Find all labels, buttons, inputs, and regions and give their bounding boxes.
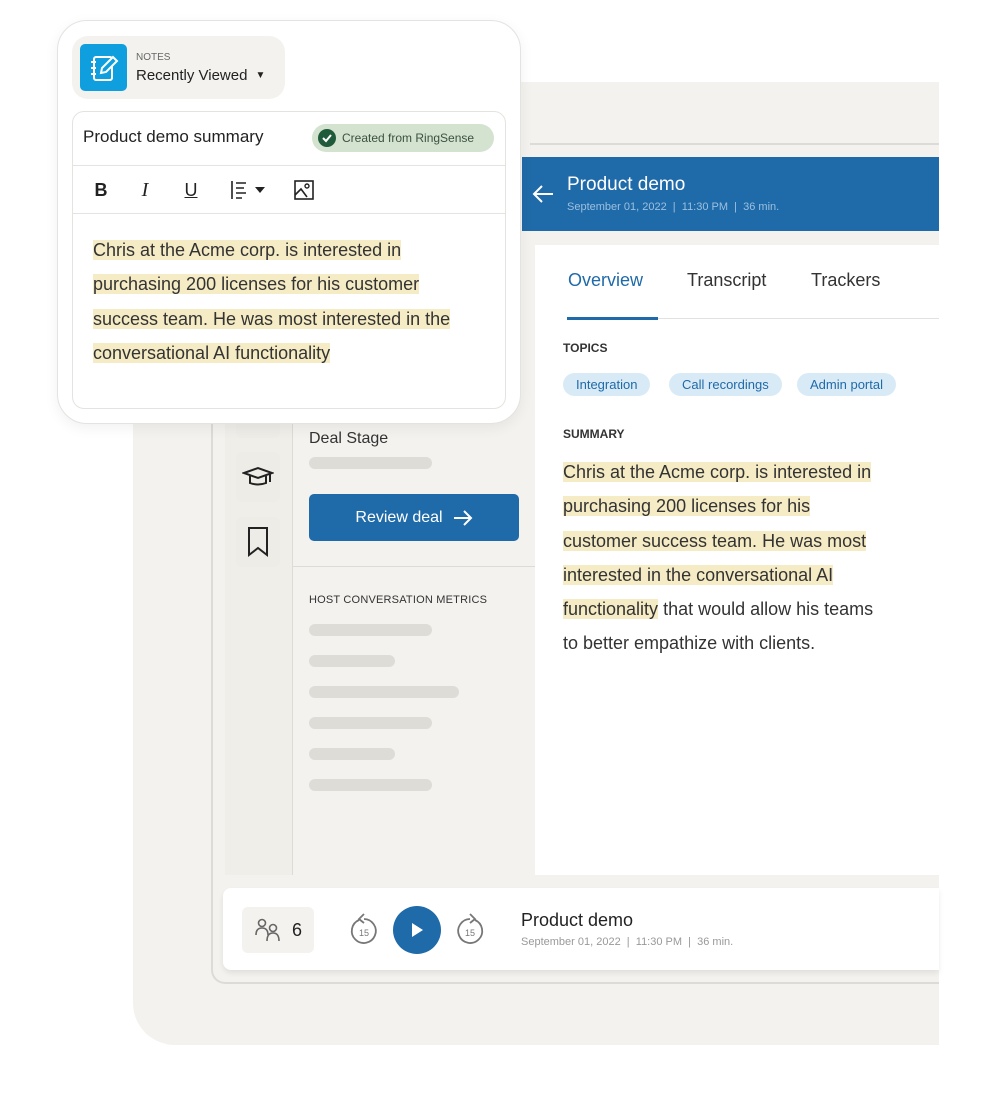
text-line: Chris at the Acme corp. is interested in [93, 233, 450, 267]
text-line: functionality that would allow his teams [563, 592, 873, 626]
highlighted-text: Chris at the Acme corp. is interested in [93, 240, 402, 260]
divider [73, 165, 505, 166]
text-line: success team. He was most interested in … [93, 302, 451, 336]
call-summary: Chris at the Acme corp. is interested in… [563, 455, 873, 661]
text-line: Chris at the Acme corp. is interested in [563, 455, 873, 489]
people-icon [255, 918, 280, 942]
tab-overview[interactable]: Overview [568, 270, 643, 291]
topics-label: TOPICS [563, 341, 608, 355]
highlighted-text: purchasing 200 licenses for his customer [93, 274, 420, 295]
plain-text: that would allow his teams [658, 599, 874, 620]
skeleton-bar [309, 779, 432, 791]
skeleton-bar [309, 748, 395, 760]
skeleton-bar [309, 624, 432, 636]
participant-count: 6 [291, 919, 302, 940]
skip-back-button[interactable]: 15 [349, 913, 379, 947]
call-meta: September 01, 2022 | 11:30 PM | 36 min. [567, 201, 780, 213]
skeleton-bar [309, 655, 395, 667]
highlighted-text: interested in the conversational AI [563, 564, 834, 585]
text-line: purchasing 200 licenses for his [563, 489, 873, 523]
text-line: to better empathize with clients. [563, 626, 873, 660]
notebook-pencil-icon [90, 55, 118, 81]
note-title: Product demo summary [83, 127, 264, 146]
highlighted-text: success team. He was most interested in … [93, 308, 451, 329]
badge-label: Created from RingSense [342, 131, 475, 145]
call-header: Product demo September 01, 2022 | 11:30 … [522, 157, 939, 231]
play-icon [412, 923, 423, 937]
tab-transcript[interactable]: Transcript [687, 270, 766, 291]
topic-chip[interactable]: Integration [563, 373, 651, 396]
image-icon [294, 180, 314, 200]
metrics-label: HOST CONVERSATION METRICS [309, 594, 488, 606]
active-tab-indicator [567, 317, 658, 320]
skeleton-bar [309, 717, 432, 729]
summary-label: SUMMARY [563, 427, 625, 441]
plain-text: to better empathize with clients. [563, 633, 816, 654]
arrow-right-icon [453, 509, 472, 526]
svg-text:15: 15 [359, 928, 369, 938]
divider [73, 213, 505, 214]
svg-text:15: 15 [465, 928, 475, 938]
deal-stage-label: Deal Stage [309, 430, 389, 447]
player-meta: September 01, 2022 | 11:30 PM | 36 min. [521, 936, 734, 948]
align-button[interactable] [228, 176, 268, 204]
divider [292, 400, 293, 875]
skeleton-bar [309, 686, 459, 698]
bookmark-icon [248, 527, 268, 558]
ringsense-badge: Created from RingSense [312, 124, 494, 152]
highlighted-text: functionality [563, 599, 659, 620]
graduation-cap-icon [242, 466, 274, 486]
insert-image-button[interactable] [292, 176, 316, 204]
check-circle-icon [318, 129, 336, 147]
player-bar: Product demo September 01, 2022 | 11:30 … [223, 888, 939, 970]
sidebar-item-learning[interactable] [236, 452, 280, 502]
italic-button[interactable]: I [134, 176, 156, 204]
call-title: Product demo [567, 174, 686, 195]
rewind-15-icon: 15 [350, 913, 377, 944]
tab-trackers[interactable]: Trackers [811, 270, 880, 291]
text-line: purchasing 200 licenses for his customer [93, 267, 450, 301]
forward-15-icon: 15 [457, 913, 484, 944]
divider [293, 566, 535, 567]
text-line: conversational AI functionality [93, 336, 450, 370]
text-line: interested in the conversational AI [563, 558, 873, 592]
skip-forward-button[interactable]: 15 [455, 913, 485, 947]
align-icon [231, 181, 265, 199]
divider [530, 143, 939, 145]
highlighted-text: purchasing 200 licenses for his [563, 496, 811, 517]
underline-button[interactable]: U [180, 176, 202, 204]
text-line: customer success team. He was most [563, 524, 873, 558]
caret-down-icon: ▼ [255, 70, 266, 81]
highlighted-text: Chris at the Acme corp. is interested in [563, 462, 872, 482]
player-title: Product demo [521, 910, 634, 930]
notes-caption: NOTES [136, 52, 171, 63]
view-selector-label: Recently Viewed [136, 67, 248, 84]
bold-button[interactable]: B [90, 176, 112, 204]
highlighted-text: conversational AI functionality [93, 342, 331, 363]
play-button[interactable] [393, 906, 441, 954]
sidebar-item-bookmarks[interactable] [236, 517, 280, 567]
review-deal-label: Review deal [355, 508, 443, 526]
notes-app-icon [80, 44, 127, 91]
view-selector-value[interactable]: Recently Viewed ▼ [136, 67, 265, 84]
highlighted-text: customer success team. He was most [563, 530, 867, 551]
review-deal-button[interactable]: Review deal [309, 494, 519, 541]
topic-chip[interactable]: Call recordings [669, 373, 782, 396]
back-arrow-icon[interactable] [532, 184, 554, 204]
topic-chip[interactable]: Admin portal [797, 373, 896, 396]
participants-button[interactable]: 6 [242, 907, 314, 953]
note-body[interactable]: Chris at the Acme corp. is interested in… [93, 233, 451, 370]
skeleton-bar [309, 457, 432, 469]
divider [658, 318, 939, 319]
